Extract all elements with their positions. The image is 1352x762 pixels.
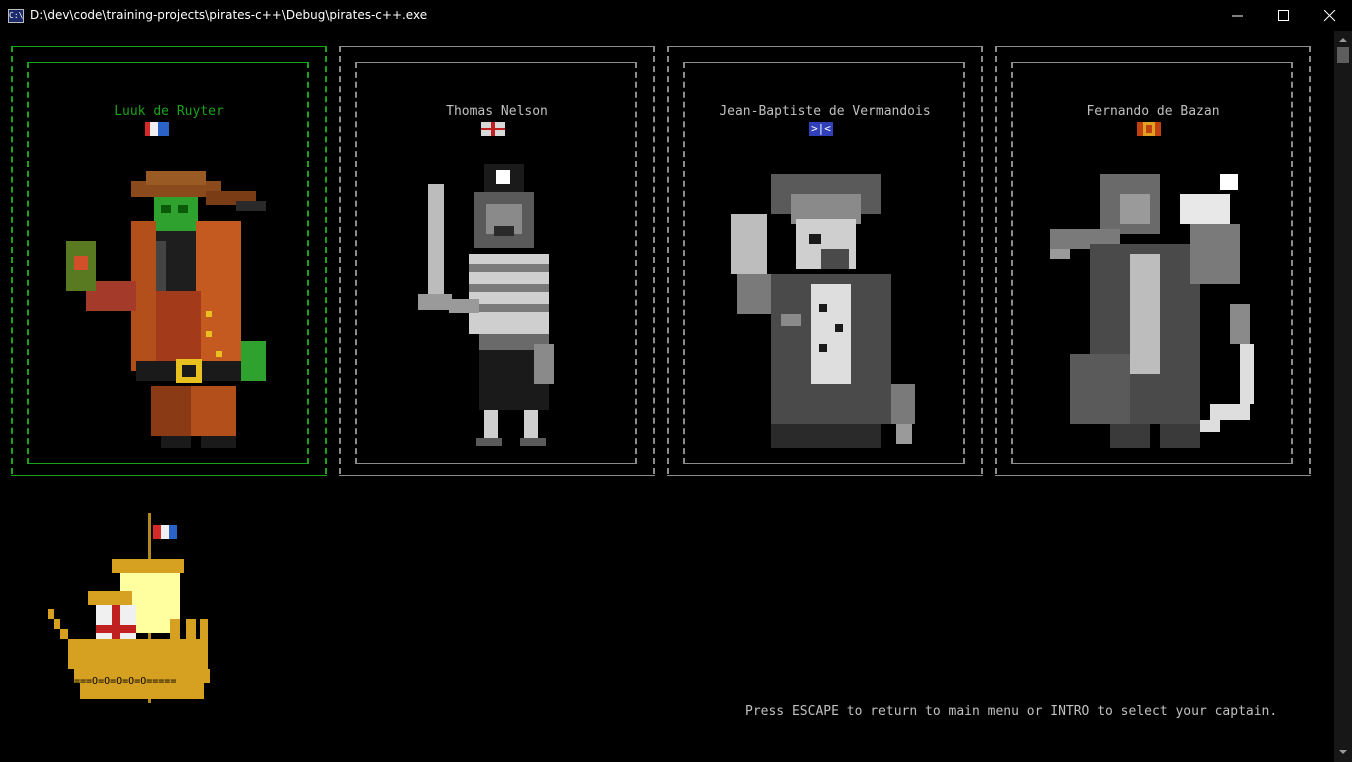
captain-card-vermandois[interactable]: Jean-Baptiste de Vermandois >|< (667, 46, 983, 478)
captain-name: Luuk de Ruyter (114, 104, 224, 119)
instruction-text: Press ESCAPE to return to main menu or I… (745, 704, 1278, 719)
england-flag-icon (481, 122, 505, 136)
maximize-button[interactable] (1260, 0, 1306, 31)
spain-flag-icon (1137, 122, 1161, 136)
bazan-portrait (1050, 174, 1254, 448)
scroll-up-icon[interactable] (1334, 34, 1352, 46)
nelson-portrait (418, 164, 554, 446)
ship-graphic (48, 513, 210, 703)
close-button[interactable] (1306, 0, 1352, 31)
close-icon (1324, 10, 1336, 22)
france-flag-icon: >|< (809, 122, 833, 136)
vermandois-portrait (731, 174, 915, 448)
captain-card-bazan[interactable]: Fernando de Bazan (995, 46, 1311, 478)
maximize-icon (1278, 10, 1289, 21)
captain-name: Thomas Nelson (446, 104, 548, 119)
minimize-icon (1232, 15, 1243, 17)
scrollbar[interactable] (1334, 31, 1352, 762)
scroll-thumb[interactable] (1337, 47, 1349, 63)
ruyter-portrait (66, 171, 266, 448)
console-icon: C:\ (8, 9, 24, 23)
title-bar: C:\ D:\dev\code\training-projects\pirate… (0, 0, 1352, 31)
scroll-down-icon[interactable] (1334, 746, 1352, 758)
captain-card-ruyter[interactable]: Luuk de Ruyter (11, 46, 327, 478)
captain-name: Fernando de Bazan (1086, 104, 1220, 119)
netherlands-flag-icon (145, 122, 169, 136)
captain-card-nelson[interactable]: Thomas Nelson (339, 46, 655, 478)
minimize-button[interactable] (1214, 0, 1260, 31)
console-area: Luuk de Ruyter Thomas Nelson Jean-Baptis… (0, 31, 1334, 762)
captain-name: Jean-Baptiste de Vermandois (719, 104, 931, 119)
window-title: D:\dev\code\training-projects\pirates-c+… (30, 8, 428, 22)
ship-deck: ===O=O=O=O=O===== (74, 676, 177, 687)
